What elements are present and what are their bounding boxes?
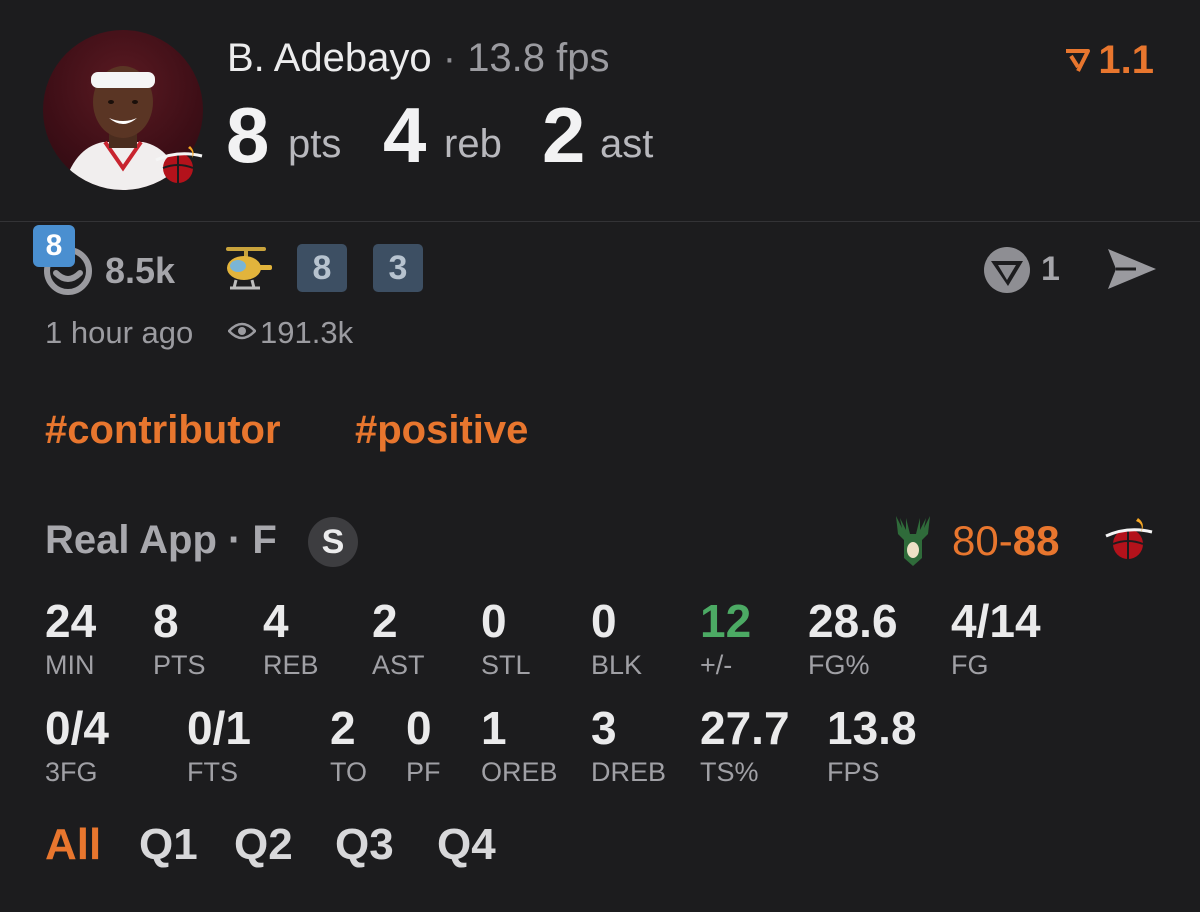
reaction-count: 8.5k bbox=[105, 250, 176, 291]
stat-blk-value: 0 bbox=[591, 595, 617, 647]
rating-badge[interactable]: 1.1 bbox=[1064, 38, 1154, 83]
view-count: 191.3k bbox=[260, 315, 354, 350]
assists-unit: ast bbox=[600, 122, 654, 166]
eye-icon bbox=[227, 321, 257, 341]
stat-to-label: TO bbox=[330, 757, 368, 787]
tab-q3[interactable]: Q3 bbox=[335, 820, 394, 870]
stat-fts-value: 0/1 bbox=[187, 702, 251, 754]
stat-3fg-label: 3FG bbox=[45, 757, 98, 787]
heat-logo-icon bbox=[1104, 512, 1154, 568]
stat-stl-value: 0 bbox=[481, 595, 507, 647]
tab-all[interactable]: All bbox=[45, 820, 101, 870]
rating-value: 1.1 bbox=[1098, 38, 1154, 82]
tab-q1[interactable]: Q1 bbox=[139, 820, 198, 870]
header-divider bbox=[0, 221, 1200, 222]
score-opponent: 80 bbox=[952, 517, 999, 564]
rating-icon bbox=[1064, 38, 1091, 83]
badge-eight[interactable]: 8 bbox=[297, 244, 347, 292]
player-name[interactable]: B. Adebayo bbox=[227, 36, 432, 80]
tab-q4[interactable]: Q4 bbox=[437, 820, 496, 870]
heat-logo-icon bbox=[150, 138, 206, 194]
stat-fgpct-label: FG% bbox=[808, 650, 870, 680]
stat-pf-value: 0 bbox=[406, 702, 432, 754]
stat-fg-label: FG bbox=[951, 650, 989, 680]
stat-oreb-label: OREB bbox=[481, 757, 558, 787]
points-unit: pts bbox=[288, 122, 342, 166]
stat-ast-value: 2 bbox=[372, 595, 398, 647]
stat-3fg-value: 0/4 bbox=[45, 702, 109, 754]
rank-badge: 8 bbox=[33, 225, 75, 267]
time-ago: 1 hour ago bbox=[45, 315, 194, 350]
title-separator: · bbox=[442, 36, 457, 80]
game-score: 80-88 bbox=[952, 517, 1059, 565]
game-label: Real App · F bbox=[45, 518, 277, 562]
bucks-logo-icon bbox=[892, 512, 934, 568]
stat-pts-label: PTS bbox=[153, 650, 206, 680]
stat-ts-label: TS% bbox=[700, 757, 759, 787]
score-own: 88 bbox=[1012, 517, 1060, 564]
stat-pts-value: 8 bbox=[153, 595, 179, 647]
stat-stl-label: STL bbox=[481, 650, 531, 680]
stat-ts-value: 27.7 bbox=[700, 702, 790, 754]
s-badge[interactable]: S bbox=[308, 517, 358, 567]
assists-value: 2 bbox=[542, 91, 586, 179]
v-vote-count: 1 bbox=[1041, 250, 1060, 288]
badge-three[interactable]: 3 bbox=[373, 244, 423, 292]
stat-fts-label: FTS bbox=[187, 757, 238, 787]
tag-contributor[interactable]: #contributor bbox=[45, 408, 281, 453]
stat-fg-value: 4/14 bbox=[951, 595, 1041, 647]
stat-oreb-value: 1 bbox=[481, 702, 507, 754]
stat-fps-label: FPS bbox=[827, 757, 880, 787]
stat-min-label: MIN bbox=[45, 650, 95, 680]
stat-fps-value: 13.8 bbox=[827, 702, 917, 754]
stat-dreb-label: DREB bbox=[591, 757, 667, 787]
rebounds-unit: reb bbox=[444, 122, 502, 166]
stat-reb-label: REB bbox=[263, 650, 319, 680]
stat-to-value: 2 bbox=[330, 702, 356, 754]
tag-positive[interactable]: #positive bbox=[355, 408, 528, 453]
score-dash: - bbox=[998, 517, 1013, 564]
stat-plusminus-value: 12 bbox=[700, 595, 752, 647]
stat-ast-label: AST bbox=[372, 650, 425, 680]
rebounds-value: 4 bbox=[383, 91, 427, 179]
stat-reb-value: 4 bbox=[263, 595, 289, 647]
fps-text: 13.8 fps bbox=[467, 36, 610, 80]
points-value: 8 bbox=[226, 91, 270, 179]
stat-dreb-value: 3 bbox=[591, 702, 617, 754]
helicopter-icon[interactable] bbox=[218, 244, 274, 292]
v-vote-icon[interactable] bbox=[982, 245, 1032, 295]
player-title: B. Adebayo · 13.8 fps bbox=[227, 36, 610, 81]
stat-fgpct-value: 28.6 bbox=[808, 595, 898, 647]
tab-q2[interactable]: Q2 bbox=[234, 820, 293, 870]
stat-pf-label: PF bbox=[406, 757, 441, 787]
stat-blk-label: BLK bbox=[591, 650, 643, 680]
stat-plusminus-label: +/- bbox=[700, 650, 733, 680]
stat-min-value: 24 bbox=[45, 595, 97, 647]
send-icon[interactable] bbox=[1106, 247, 1158, 291]
